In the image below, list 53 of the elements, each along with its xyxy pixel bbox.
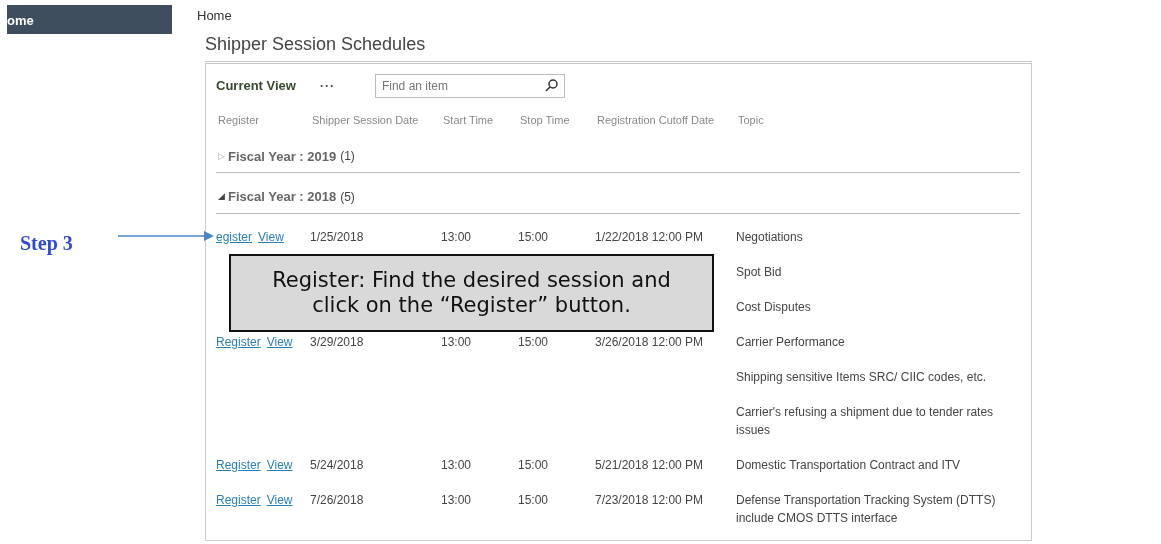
step-label: Step 3 bbox=[20, 231, 73, 257]
group-title[interactable]: Fiscal Year : 2018 bbox=[228, 187, 337, 207]
table-cell: 15:00 bbox=[518, 229, 549, 244]
search-icon[interactable] bbox=[544, 79, 558, 93]
topic-cell: Domestic Transportation Contract and ITV bbox=[736, 457, 961, 472]
table-cell: 13:00 bbox=[441, 457, 472, 472]
topic-cell: Carrier's refusing a shipment due to tender rates issues bbox=[736, 404, 994, 437]
table-cell: 15:00 bbox=[518, 334, 549, 349]
breadcrumb[interactable]: Home bbox=[197, 6, 1032, 26]
topic-cell: Negotiations bbox=[736, 229, 803, 244]
register-link[interactable]: Register bbox=[216, 334, 261, 349]
topic-cell: Cost Disputes bbox=[736, 299, 811, 314]
search-field[interactable]: Find an item bbox=[374, 74, 565, 99]
column-header[interactable]: Topic bbox=[738, 114, 764, 127]
group-title[interactable]: Fiscal Year : 2019 bbox=[228, 146, 337, 167]
table-cell: 13:00 bbox=[441, 229, 472, 244]
page-title: Shipper Session Schedules bbox=[205, 33, 427, 56]
table-cell: 13:00 bbox=[441, 492, 472, 507]
expand-toggle[interactable]: ▷ bbox=[218, 149, 225, 164]
current-view-label[interactable]: Current View bbox=[216, 76, 296, 96]
column-header[interactable]: Stop Time bbox=[520, 114, 570, 127]
table-cell: 7/23/2018 12:00 PM bbox=[595, 492, 704, 507]
view-link[interactable]: View bbox=[258, 229, 284, 244]
table-cell: 1/25/2018 bbox=[310, 229, 364, 244]
topic-cell: Defense Transportation Tracking System (DTTS) include CMOS DTTS interface bbox=[736, 492, 996, 525]
topic-cell: Carrier Performance bbox=[736, 334, 845, 349]
register-link[interactable]: Register bbox=[216, 492, 261, 507]
register-link[interactable]: Register bbox=[216, 457, 261, 472]
column-header[interactable]: Registration Cutoff Date bbox=[597, 114, 715, 127]
table-cell: 5/24/2018 bbox=[310, 457, 364, 472]
view-link[interactable]: View bbox=[266, 334, 293, 349]
view-link[interactable]: View bbox=[266, 457, 293, 472]
callout-note: Register: Find the desired session and click on the “Register” button. bbox=[229, 254, 714, 332]
column-header[interactable]: Register bbox=[218, 114, 259, 127]
table-cell: 3/26/2018 12:00 PM bbox=[595, 334, 704, 349]
table-cell: 15:00 bbox=[518, 457, 549, 472]
sidebar-item[interactable]: ome bbox=[7, 5, 172, 34]
table-cell: 5/21/2018 12:00 PM bbox=[595, 457, 704, 472]
column-header[interactable]: Shipper Session Date bbox=[312, 114, 419, 127]
topic-cell: Shipping sensitive Items SRC/ CIIC codes, etc. bbox=[736, 369, 987, 384]
table-cell: 13:00 bbox=[441, 334, 472, 349]
topic-cell: Spot Bid bbox=[736, 264, 782, 279]
group-count: (1) bbox=[340, 148, 355, 166]
more-options[interactable]: ··· bbox=[319, 77, 335, 96]
table-cell: 7/26/2018 bbox=[310, 492, 364, 507]
group-count: (5) bbox=[340, 188, 355, 206]
column-header[interactable]: Start Time bbox=[443, 114, 494, 127]
table-cell: 1/22/2018 12:00 PM bbox=[595, 229, 704, 244]
collapse-toggle[interactable]: ◢ bbox=[218, 190, 225, 204]
table-cell: 3/29/2018 bbox=[310, 334, 364, 349]
table-cell: 15:00 bbox=[518, 492, 549, 507]
register-link[interactable]: egister bbox=[216, 229, 253, 244]
view-link[interactable]: View bbox=[266, 492, 293, 507]
